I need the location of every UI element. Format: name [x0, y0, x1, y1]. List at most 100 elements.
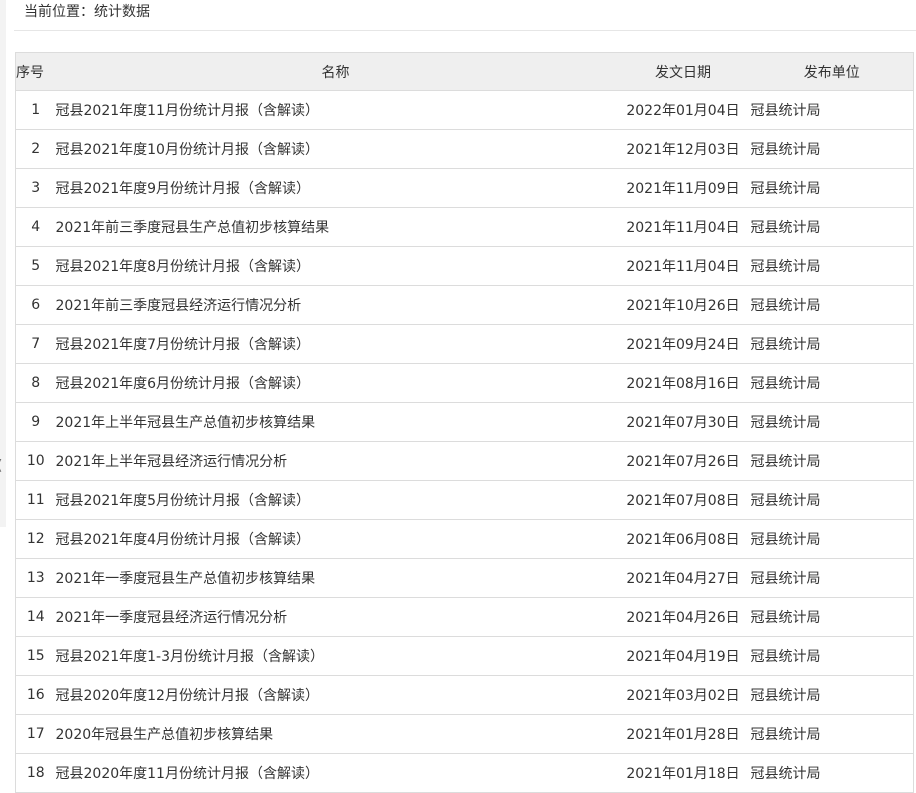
breadcrumb-label: 当前位置：	[24, 4, 94, 20]
row-title-link[interactable]: 2021年上半年冠县生产总值初步核算结果	[56, 415, 316, 431]
row-title-cell: 2020年冠县生产总值初步核算结果	[55, 714, 616, 754]
row-title-link[interactable]: 冠县2021年度11月份统计月报（含解读）	[56, 103, 319, 119]
row-title-link[interactable]: 冠县2021年度1-3月份统计月报（含解读）	[56, 649, 325, 665]
table-row: 6 2021年前三季度冠县经济运行情况分析 2021年10月26日 冠县统计局	[15, 285, 914, 325]
row-title-link[interactable]: 冠县2021年度6月份统计月报（含解读）	[56, 376, 311, 392]
row-date: 2021年11月04日	[615, 246, 751, 286]
row-index: 17	[15, 714, 56, 754]
row-date: 2021年10月26日	[615, 285, 751, 325]
table-body: 1 冠县2021年度11月份统计月报（含解读） 2022年01月04日 冠县统计局 2 冠…	[15, 90, 914, 793]
row-date: 2021年04月27日	[615, 558, 751, 598]
row-date: 2022年01月04日	[615, 90, 751, 130]
table-row: 14 2021年一季度冠县经济运行情况分析 2021年04月26日 冠县统计局	[15, 597, 914, 637]
row-index: 13	[15, 558, 56, 598]
row-title-cell: 冠县2020年度12月份统计月报（含解读）	[55, 675, 616, 715]
row-unit: 冠县统计局	[750, 675, 914, 715]
sidebar-edge	[0, 0, 6, 527]
row-title-link[interactable]: 2020年冠县生产总值初步核算结果	[56, 727, 274, 743]
row-index: 7	[15, 324, 56, 364]
row-date: 2021年11月04日	[615, 207, 751, 247]
row-unit: 冠县统计局	[750, 363, 914, 403]
table-row: 2 冠县2021年度10月份统计月报（含解读） 2021年12月03日 冠县统计局	[15, 129, 914, 169]
header-date: 发文日期	[615, 52, 751, 91]
row-unit: 冠县统计局	[750, 246, 914, 286]
row-unit: 冠县统计局	[750, 441, 914, 481]
table-row: 17 2020年冠县生产总值初步核算结果 2021年01月28日 冠县统计局	[15, 714, 914, 754]
row-index: 12	[15, 519, 56, 559]
row-title-link[interactable]: 冠县2021年度5月份统计月报（含解读）	[56, 493, 311, 509]
row-unit: 冠县统计局	[750, 90, 914, 130]
row-title-cell: 冠县2021年度5月份统计月报（含解读）	[55, 480, 616, 520]
table-row: 13 2021年一季度冠县生产总值初步核算结果 2021年04月27日 冠县统计局	[15, 558, 914, 598]
row-unit: 冠县统计局	[750, 519, 914, 559]
row-title-cell: 冠县2021年度9月份统计月报（含解读）	[55, 168, 616, 208]
row-title-link[interactable]: 2021年前三季度冠县生产总值初步核算结果	[56, 220, 330, 236]
row-title-cell: 2021年一季度冠县生产总值初步核算结果	[55, 558, 616, 598]
row-title-link[interactable]: 2021年前三季度冠县经济运行情况分析	[56, 298, 302, 314]
row-date: 2021年01月28日	[615, 714, 751, 754]
row-index: 14	[15, 597, 56, 637]
row-date: 2021年11月09日	[615, 168, 751, 208]
breadcrumb-current[interactable]: 统计数据	[94, 4, 150, 20]
row-title-link[interactable]: 冠县2021年度7月份统计月报（含解读）	[56, 337, 311, 353]
row-unit: 冠县统计局	[750, 480, 914, 520]
row-title-cell: 2021年前三季度冠县经济运行情况分析	[55, 285, 616, 325]
row-date: 2021年04月19日	[615, 636, 751, 676]
row-title-link[interactable]: 冠县2021年度10月份统计月报（含解读）	[56, 142, 319, 158]
row-unit: 冠县统计局	[750, 558, 914, 598]
row-title-cell: 冠县2021年度1-3月份统计月报（含解读）	[55, 636, 616, 676]
row-unit: 冠县统计局	[750, 129, 914, 169]
row-date: 2021年08月16日	[615, 363, 751, 403]
breadcrumb-divider	[14, 30, 916, 31]
row-title-link[interactable]: 2021年上半年冠县经济运行情况分析	[56, 454, 288, 470]
table-header-row: 序号 名称 发文日期 发布单位	[15, 52, 914, 91]
row-title-cell: 冠县2020年度11月份统计月报（含解读）	[55, 753, 616, 793]
row-date: 2021年04月26日	[615, 597, 751, 637]
row-title-link[interactable]: 2021年一季度冠县生产总值初步核算结果	[56, 571, 316, 587]
row-date: 2021年07月26日	[615, 441, 751, 481]
breadcrumb: 当前位置：统计数据	[24, 2, 150, 22]
row-title-link[interactable]: 冠县2020年度11月份统计月报（含解读）	[56, 766, 319, 782]
row-title-link[interactable]: 冠县2021年度4月份统计月报（含解读）	[56, 532, 311, 548]
row-unit: 冠县统计局	[750, 636, 914, 676]
table-row: 15 冠县2021年度1-3月份统计月报（含解读） 2021年04月19日 冠县统计局	[15, 636, 914, 676]
row-unit: 冠县统计局	[750, 402, 914, 442]
table-row: 18 冠县2020年度11月份统计月报（含解读） 2021年01月18日 冠县统计局	[15, 753, 914, 793]
row-index: 2	[15, 129, 56, 169]
header-unit: 发布单位	[750, 52, 914, 91]
sidebar-toggle-fragment[interactable]: (	[0, 458, 2, 474]
header-title: 名称	[55, 52, 616, 91]
row-index: 3	[15, 168, 56, 208]
row-index: 5	[15, 246, 56, 286]
row-title-link[interactable]: 2021年一季度冠县经济运行情况分析	[56, 610, 288, 626]
row-index: 11	[15, 480, 56, 520]
row-unit: 冠县统计局	[750, 324, 914, 364]
row-unit: 冠县统计局	[750, 597, 914, 637]
table-row: 12 冠县2021年度4月份统计月报（含解读） 2021年06月08日 冠县统计局	[15, 519, 914, 559]
table-row: 3 冠县2021年度9月份统计月报（含解读） 2021年11月09日 冠县统计局	[15, 168, 914, 208]
table-header: 序号 名称 发文日期 发布单位	[15, 52, 914, 91]
header-index: 序号	[15, 52, 56, 91]
row-index: 6	[15, 285, 56, 325]
row-title-cell: 冠县2021年度8月份统计月报（含解读）	[55, 246, 616, 286]
row-index: 8	[15, 363, 56, 403]
row-index: 18	[15, 753, 56, 793]
table-row: 9 2021年上半年冠县生产总值初步核算结果 2021年07月30日 冠县统计局	[15, 402, 914, 442]
row-date: 2021年03月02日	[615, 675, 751, 715]
row-title-link[interactable]: 冠县2020年度12月份统计月报（含解读）	[56, 688, 319, 704]
row-title-cell: 2021年前三季度冠县生产总值初步核算结果	[55, 207, 616, 247]
row-date: 2021年01月18日	[615, 753, 751, 793]
row-index: 16	[15, 675, 56, 715]
row-title-link[interactable]: 冠县2021年度9月份统计月报（含解读）	[56, 181, 311, 197]
statistics-table: 序号 名称 发文日期 发布单位 1 冠县2021年度11月份统计月报（含解读） 20…	[15, 52, 914, 793]
row-title-link[interactable]: 冠县2021年度8月份统计月报（含解读）	[56, 259, 311, 275]
row-unit: 冠县统计局	[750, 285, 914, 325]
row-date: 2021年09月24日	[615, 324, 751, 364]
row-title-cell: 2021年上半年冠县生产总值初步核算结果	[55, 402, 616, 442]
row-date: 2021年07月30日	[615, 402, 751, 442]
row-date: 2021年12月03日	[615, 129, 751, 169]
row-index: 1	[15, 90, 56, 130]
row-index: 15	[15, 636, 56, 676]
table-row: 8 冠县2021年度6月份统计月报（含解读） 2021年08月16日 冠县统计局	[15, 363, 914, 403]
row-index: 10	[15, 441, 56, 481]
